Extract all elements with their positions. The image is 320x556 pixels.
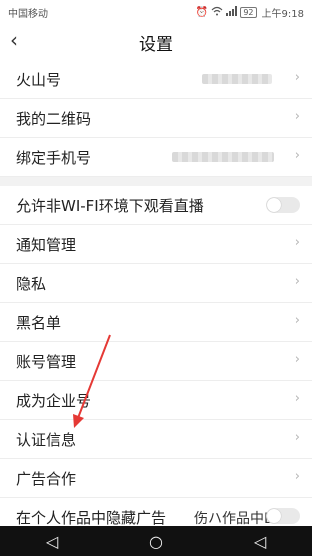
settings-row-label: 通知管理 <box>16 236 77 254</box>
chevron-right-icon: › <box>294 313 300 328</box>
settings-row-label: 黑名单 <box>16 314 62 332</box>
hide-ads-toggle[interactable] <box>266 508 300 524</box>
settings-row-ad-cooperation[interactable]: 广告合作 › <box>0 459 312 498</box>
chevron-right-icon: › <box>294 148 300 163</box>
settings-row-label: 隐私 <box>16 275 47 293</box>
chevron-right-icon: › <box>294 109 300 124</box>
chevron-right-icon: › <box>294 391 300 406</box>
system-nav-bar: ◁ ○ ◁ <box>0 526 312 556</box>
non-wifi-live-toggle[interactable] <box>266 197 300 213</box>
chevron-right-icon: › <box>294 352 300 367</box>
settings-row-hide-ads: 在个人作品中隐藏广告 伤ハ作品中B <box>0 498 312 527</box>
clock: 上午9:18 <box>261 9 304 20</box>
chevron-right-icon: › <box>294 469 300 484</box>
settings-row-huoshan-id[interactable]: 火山号 › <box>0 60 312 99</box>
settings-row-verification[interactable]: 认证信息 › <box>0 420 312 459</box>
settings-row-label: 我的二维码 <box>16 110 92 128</box>
status-indicators: ⏰ 92 上午9:18 <box>196 5 304 20</box>
chevron-right-icon: › <box>294 274 300 289</box>
system-recent-button[interactable]: ◁ <box>245 532 275 551</box>
settings-row-label: 允许非WI-FI环境下观看直播 <box>16 197 204 215</box>
settings-row-label: 绑定手机号 <box>16 149 92 167</box>
partial-overlay-text: 伤ハ作品中B <box>194 511 274 527</box>
chevron-right-icon: › <box>294 70 300 85</box>
settings-row-label: 认证信息 <box>16 431 77 449</box>
settings-row-notifications[interactable]: 通知管理 › <box>0 225 312 264</box>
chevron-right-icon: › <box>294 235 300 250</box>
settings-row-blacklist[interactable]: 黑名单 › <box>0 303 312 342</box>
masked-value <box>202 74 272 84</box>
settings-row-non-wifi-live: 允许非WI-FI环境下观看直播 <box>0 186 312 225</box>
settings-row-privacy[interactable]: 隐私 › <box>0 264 312 303</box>
settings-row-label: 火山号 <box>16 71 62 89</box>
status-bar: 中国移动 ⏰ 92 上午9:18 <box>0 0 312 22</box>
carrier-label: 中国移动 <box>8 9 48 20</box>
settings-row-label: 在个人作品中隐藏广告 <box>16 509 167 527</box>
settings-row-bind-phone[interactable]: 绑定手机号 › <box>0 138 312 177</box>
settings-row-label: 成为企业号 <box>16 392 92 410</box>
settings-row-label: 广告合作 <box>16 470 77 488</box>
settings-row-enterprise[interactable]: 成为企业号 › <box>0 381 312 420</box>
settings-row-label: 账号管理 <box>16 353 77 371</box>
settings-row-account[interactable]: 账号管理 › <box>0 342 312 381</box>
settings-row-qr-code[interactable]: 我的二维码 › <box>0 99 312 138</box>
chevron-right-icon: › <box>294 430 300 445</box>
battery-indicator: 92 <box>240 7 257 18</box>
wifi-icon <box>211 6 223 19</box>
toggle-knob <box>267 509 281 523</box>
signal-icon <box>226 6 238 19</box>
system-back-button[interactable]: ◁ <box>37 532 67 551</box>
page-title: 设置 <box>139 35 173 55</box>
system-home-button[interactable]: ○ <box>141 532 171 551</box>
header: ‹ 设置 <box>0 22 312 60</box>
masked-value <box>172 152 274 162</box>
section-divider <box>0 177 312 186</box>
alarm-icon: ⏰ <box>195 7 209 18</box>
toggle-knob <box>267 198 281 212</box>
